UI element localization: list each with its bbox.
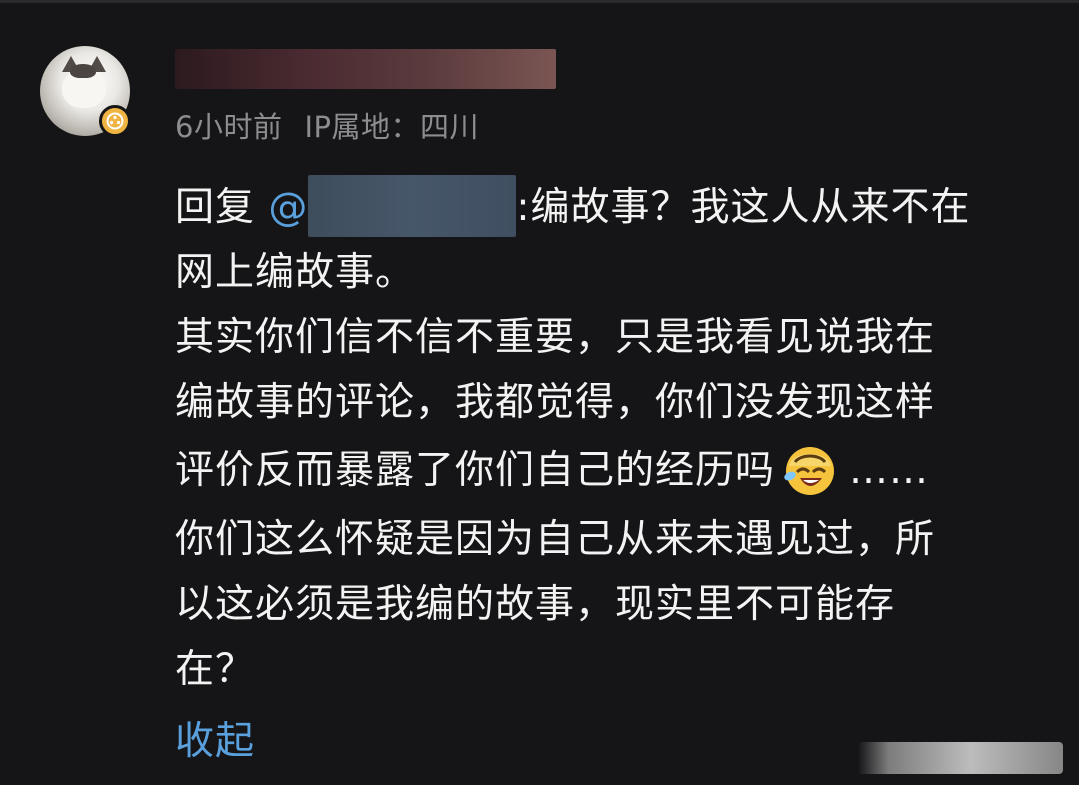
comment-body: 回复 @:编故事？我这人从来不在 网上编故事。 其实你们信不信不重要，只是我看见…: [175, 174, 1045, 702]
avatar-cat-spot: [70, 64, 96, 78]
mention-link[interactable]: @: [268, 174, 517, 237]
comment-line: 你们这么怀疑是因为自己从来未遇见过，所: [175, 517, 936, 562]
reply-prefix: 回复: [175, 185, 269, 230]
comment-text: ……: [849, 448, 930, 493]
comment-line: 其实你们信不信不重要，只是我看见说我在: [175, 315, 936, 360]
collapse-button[interactable]: 收起: [175, 710, 255, 766]
comment-text: :编故事？我这人从来不在: [516, 185, 971, 230]
comment-time: 6小时前: [175, 110, 283, 144]
comment-line: 在？: [175, 647, 256, 692]
vip-badge-icon: [99, 105, 131, 137]
mention-redacted: [308, 174, 517, 237]
laughing-tears-emoji-icon: [784, 446, 835, 495]
comment-meta: 6小时前 IP属地：四川: [175, 104, 479, 146]
username-redacted[interactable]: [175, 49, 556, 89]
comment-line: 网上编故事。: [175, 250, 416, 295]
watermark-redacted: [858, 742, 1063, 774]
comment-ip-location: IP属地：四川: [304, 110, 479, 144]
comment-line: 评价反而暴露了你们自己的经历吗 ……: [175, 435, 1045, 507]
comment-text: 评价反而暴露了你们自己的经历吗: [175, 448, 776, 493]
comment-line: 编故事的评论，我都觉得，你们没发现这样: [175, 380, 936, 425]
comment-line: 以这必须是我编的故事，现实里不可能存: [175, 582, 896, 627]
comment-line: 回复 @:编故事？我这人从来不在: [175, 174, 1045, 240]
top-divider: [0, 0, 1079, 3]
